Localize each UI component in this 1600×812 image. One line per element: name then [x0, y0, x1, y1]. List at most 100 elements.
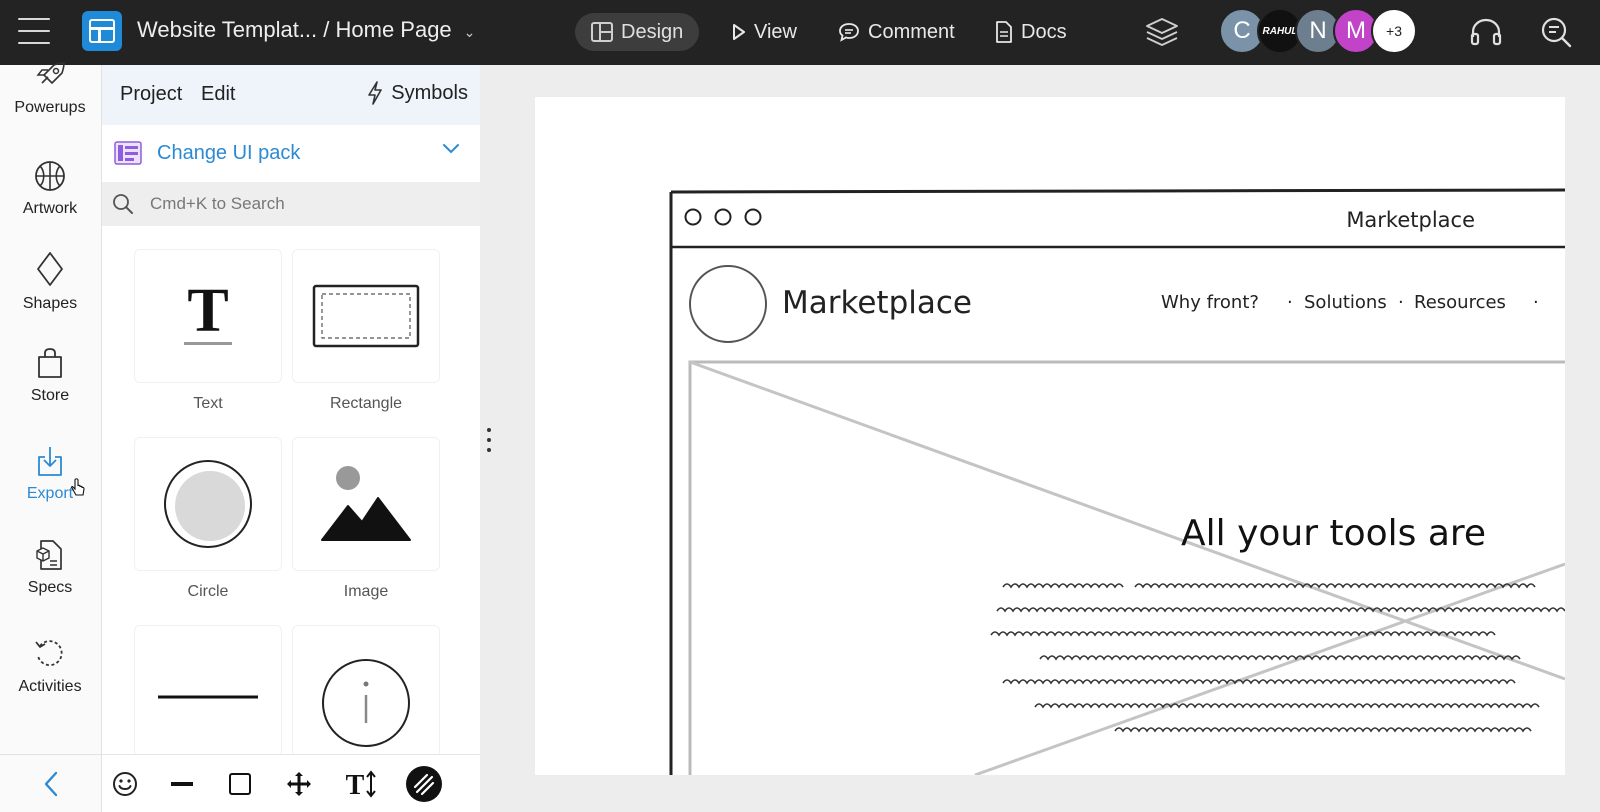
top-bar: Website Templat... / Home Page ⌄ Design … — [0, 0, 1600, 65]
tile-label: Text — [193, 395, 223, 412]
chevron-down-icon: ⌄ — [463, 23, 476, 40]
symbol-tile-info[interactable] — [292, 625, 440, 759]
mode-view-label: View — [754, 20, 797, 43]
rail-item-shapes[interactable]: Shapes — [0, 251, 100, 313]
comment-icon — [839, 23, 859, 42]
symbols-label: Symbols — [391, 81, 468, 104]
line-icon — [158, 695, 258, 699]
rail-item-label: Specs — [27, 579, 73, 596]
hamburger-menu-icon[interactable] — [18, 18, 50, 44]
more-collaborators-badge[interactable]: +3 — [1371, 8, 1417, 54]
nav-separator: · — [1533, 292, 1539, 313]
rail-item-label: Powerups — [14, 99, 86, 116]
site-logo-text: Marketplace — [782, 285, 972, 321]
rail-item-artwork[interactable]: Artwork — [0, 160, 100, 218]
emoji-icon[interactable] — [105, 764, 145, 804]
symbol-tile-line[interactable] — [134, 625, 282, 759]
rail-item-store[interactable]: Store — [0, 347, 100, 405]
symbol-tile-circle[interactable] — [134, 437, 282, 571]
window-dot-icon — [744, 208, 762, 226]
tile-label: Rectangle — [329, 395, 403, 412]
document-title-text: Website Templat... / Home Page — [137, 17, 452, 42]
app-logo-icon[interactable] — [82, 11, 122, 51]
diamond-icon — [37, 252, 63, 286]
left-tool-rail: Powerups Artwork Shapes Store Export Spe… — [0, 62, 102, 812]
text-tool-icon[interactable]: T — [340, 764, 380, 804]
nav-link-why: Why front? — [1161, 292, 1259, 313]
layout-icon — [591, 22, 613, 42]
collaborator-avatars: C RAHUL N M +3 — [1219, 8, 1429, 56]
symbols-button[interactable]: Symbols — [367, 81, 468, 105]
search-zoom-icon[interactable] — [1538, 14, 1574, 50]
shopping-bag-icon — [38, 348, 62, 378]
image-icon — [321, 466, 411, 541]
rail-item-label: Store — [30, 387, 70, 404]
nav-separator: · — [1287, 292, 1293, 313]
wireframe-sketch: Marketplace Marketplace Why front? · Sol… — [669, 188, 1565, 775]
layers-icon[interactable] — [1144, 14, 1180, 50]
history-icon — [35, 640, 63, 666]
ui-pack-label: Change UI pack — [157, 142, 301, 164]
rail-item-activities[interactable]: Activities — [0, 638, 100, 696]
export-icon — [38, 447, 62, 476]
hero-heading: All your tools are — [1181, 513, 1486, 554]
rocket-icon — [36, 62, 65, 84]
mode-design-label: Design — [621, 20, 684, 43]
rectangle-tool-icon[interactable] — [220, 764, 260, 804]
rail-item-label: Export — [26, 485, 74, 502]
rail-item-label: Activities — [18, 678, 82, 695]
mode-design-button[interactable]: Design — [575, 13, 700, 51]
nav-link-resources: Resources — [1414, 292, 1506, 313]
tab-project[interactable]: Project — [120, 83, 182, 106]
basketball-icon — [35, 161, 65, 191]
tile-label: Circle — [187, 583, 229, 600]
ui-pack-icon — [114, 141, 142, 165]
logo-placeholder — [689, 265, 767, 343]
info-icon — [322, 659, 410, 747]
tile-label: Image — [343, 583, 389, 600]
placeholder-paragraph — [990, 583, 1565, 733]
symbol-search-bar — [102, 182, 480, 226]
window-dot-icon — [714, 208, 732, 226]
window-dot-icon — [684, 208, 702, 226]
svg-text:T: T — [187, 277, 228, 345]
symbol-tile-text[interactable]: T — [134, 249, 282, 383]
mode-docs-button[interactable]: Docs — [979, 13, 1083, 51]
mode-view-button[interactable]: View — [716, 13, 813, 51]
text-icon: T — [184, 277, 232, 345]
symbol-tile-image[interactable] — [292, 437, 440, 571]
document-title[interactable]: Website Templat... / Home Page ⌄ — [137, 17, 475, 43]
rail-item-label: Shapes — [22, 295, 78, 312]
mode-comment-button[interactable]: Comment — [822, 13, 971, 51]
chevron-down-icon — [443, 144, 459, 154]
mode-comment-label: Comment — [868, 20, 955, 43]
tab-edit[interactable]: Edit — [201, 83, 235, 106]
rail-item-specs[interactable]: Specs — [0, 539, 100, 597]
rail-item-powerups[interactable]: Powerups — [0, 61, 100, 117]
rectangle-icon — [312, 284, 420, 348]
panel-tab-bar: Project Edit Symbols — [102, 65, 480, 125]
search-icon — [113, 194, 133, 214]
circle-icon — [164, 460, 252, 548]
svg-text:T: T — [346, 770, 365, 799]
hero-image-placeholder — [688, 360, 1565, 775]
chevron-left-icon — [44, 771, 57, 796]
quick-tools-dock: T — [102, 754, 480, 812]
search-input[interactable] — [150, 182, 470, 226]
rail-item-label: Artwork — [22, 200, 78, 217]
symbol-tile-rectangle[interactable] — [292, 249, 440, 383]
symbols-panel: Project Edit Symbols Change UI pack T Te… — [102, 65, 480, 812]
hand-cursor-icon — [71, 478, 85, 496]
collapse-panel-button[interactable] — [0, 754, 101, 812]
nav-link-solutions: Solutions — [1304, 292, 1387, 313]
change-ui-pack-dropdown[interactable]: Change UI pack — [102, 129, 480, 179]
specs-icon — [36, 540, 62, 570]
move-tool-icon[interactable] — [279, 764, 319, 804]
document-icon — [996, 21, 1012, 43]
nav-separator: · — [1398, 292, 1404, 313]
headset-icon[interactable] — [1468, 14, 1504, 50]
artboard[interactable]: Marketplace Marketplace Why front? · Sol… — [535, 97, 1565, 775]
lightning-icon — [368, 81, 383, 105]
line-tool-icon[interactable] — [162, 764, 202, 804]
sketch-style-icon[interactable] — [404, 764, 444, 804]
